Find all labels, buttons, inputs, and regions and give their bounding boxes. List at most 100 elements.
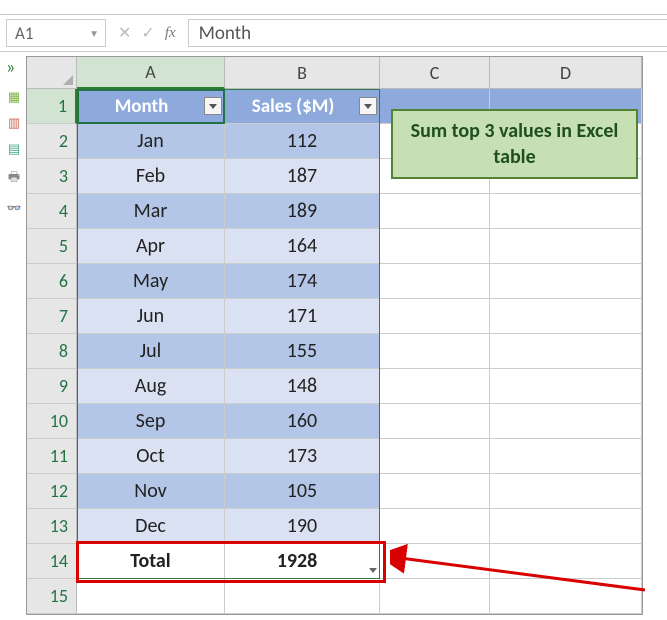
cell[interactable] <box>490 404 642 439</box>
cell[interactable] <box>490 369 642 404</box>
row-header[interactable]: 8 <box>27 334 77 369</box>
filter-dropdown-icon[interactable] <box>359 97 377 115</box>
table-row: Aug148 <box>77 369 642 404</box>
cell[interactable]: May <box>77 264 225 299</box>
cell[interactable] <box>380 509 490 544</box>
cell[interactable] <box>380 194 490 229</box>
cell[interactable]: Oct <box>77 439 225 474</box>
confirm-icon[interactable]: ✓ <box>141 23 154 43</box>
cell[interactable] <box>380 299 490 334</box>
table-row <box>77 579 642 614</box>
cell[interactable]: Feb <box>77 159 225 194</box>
cell[interactable] <box>490 509 642 544</box>
cell[interactable] <box>490 299 642 334</box>
cell[interactable] <box>380 404 490 439</box>
column-header-d[interactable]: D <box>490 57 642 89</box>
row-header[interactable]: 1 <box>27 89 77 124</box>
filter-dropdown-icon[interactable] <box>204 97 222 115</box>
cell[interactable] <box>380 579 490 614</box>
row-header[interactable]: 14 <box>27 544 77 579</box>
tool-binoculars-icon[interactable]: 👓 <box>7 201 22 216</box>
cell[interactable]: 171 <box>225 299 380 334</box>
side-toolbar: ▦ ▥ ▤ 🖶 👓 <box>2 90 26 216</box>
row-header[interactable]: 5 <box>27 229 77 264</box>
column-header-c[interactable]: C <box>380 57 490 89</box>
name-box-dropdown-icon[interactable]: ▼ <box>89 27 99 40</box>
total-dropdown-icon[interactable] <box>369 568 381 576</box>
row-header[interactable]: 2 <box>27 124 77 159</box>
column-header-b[interactable]: B <box>225 57 380 89</box>
cell[interactable] <box>490 334 642 369</box>
cancel-icon[interactable]: ✕ <box>118 23 131 43</box>
cell[interactable]: Dec <box>77 509 225 544</box>
row-header[interactable]: 11 <box>27 439 77 474</box>
cell[interactable]: 187 <box>225 159 380 194</box>
row-header[interactable]: 12 <box>27 474 77 509</box>
cell[interactable] <box>225 579 380 614</box>
cell[interactable]: Apr <box>77 229 225 264</box>
cell[interactable]: 164 <box>225 229 380 264</box>
cell[interactable] <box>490 544 642 579</box>
cell[interactable]: Aug <box>77 369 225 404</box>
formula-bar: A1 ▼ ✕ ✓ fx Month <box>0 14 667 52</box>
cell[interactable]: 190 <box>225 509 380 544</box>
total-value-cell[interactable]: 1928 <box>225 544 380 579</box>
table-row: Sep160 <box>77 404 642 439</box>
cell[interactable]: 173 <box>225 439 380 474</box>
row-header[interactable]: 4 <box>27 194 77 229</box>
cell[interactable] <box>380 474 490 509</box>
cell[interactable] <box>490 474 642 509</box>
table-header-month[interactable]: Month <box>77 89 225 124</box>
cell[interactable] <box>380 439 490 474</box>
cell[interactable] <box>380 264 490 299</box>
cell[interactable]: 174 <box>225 264 380 299</box>
cell[interactable] <box>490 579 642 614</box>
total-value: 1928 <box>277 549 318 573</box>
cell[interactable]: 148 <box>225 369 380 404</box>
row-header[interactable]: 13 <box>27 509 77 544</box>
cell[interactable]: 155 <box>225 334 380 369</box>
cell[interactable]: Nov <box>77 474 225 509</box>
cell[interactable] <box>77 579 225 614</box>
row-header[interactable]: 9 <box>27 369 77 404</box>
row-header[interactable]: 6 <box>27 264 77 299</box>
column-header-a[interactable]: A <box>77 57 225 89</box>
name-box-value: A1 <box>15 23 33 44</box>
cell[interactable] <box>380 229 490 264</box>
row-header[interactable]: 3 <box>27 159 77 194</box>
cell[interactable]: Jun <box>77 299 225 334</box>
row-header[interactable]: 7 <box>27 299 77 334</box>
select-all-corner[interactable] <box>27 57 77 89</box>
formula-input-value: Month <box>199 22 251 45</box>
total-label-cell[interactable]: Total <box>77 544 225 579</box>
row-header[interactable]: 15 <box>27 579 77 614</box>
cell[interactable]: Sep <box>77 404 225 439</box>
expand-ribbon-icon[interactable]: » <box>6 56 15 78</box>
row-header[interactable]: 10 <box>27 404 77 439</box>
tool-windows-icon[interactable]: ▤ <box>8 142 20 157</box>
tool-print-icon[interactable]: 🖶 <box>8 168 20 190</box>
cell[interactable] <box>380 369 490 404</box>
table-header-label: Month <box>115 95 169 118</box>
cell[interactable] <box>490 439 642 474</box>
table-header-sales[interactable]: Sales ($M) <box>225 89 380 124</box>
insert-function-icon[interactable]: fx <box>165 25 176 42</box>
row-headers: 1 2 3 4 5 6 7 8 9 10 11 12 13 14 15 <box>27 89 77 614</box>
cell[interactable]: 112 <box>225 124 380 159</box>
cell[interactable]: 105 <box>225 474 380 509</box>
cell[interactable]: 189 <box>225 194 380 229</box>
name-box[interactable]: A1 ▼ <box>6 19 106 47</box>
cell[interactable]: Jan <box>77 124 225 159</box>
formula-input[interactable]: Month <box>188 19 667 47</box>
cell[interactable] <box>490 194 642 229</box>
cell[interactable]: 160 <box>225 404 380 439</box>
tool-grid-icon[interactable]: ▦ <box>8 90 20 105</box>
table-row: Apr164 <box>77 229 642 264</box>
cell[interactable] <box>490 264 642 299</box>
cell[interactable] <box>380 544 490 579</box>
cell[interactable]: Jul <box>77 334 225 369</box>
tool-workbook-icon[interactable]: ▥ <box>8 116 20 131</box>
cell[interactable] <box>380 334 490 369</box>
cell[interactable] <box>490 229 642 264</box>
cell[interactable]: Mar <box>77 194 225 229</box>
